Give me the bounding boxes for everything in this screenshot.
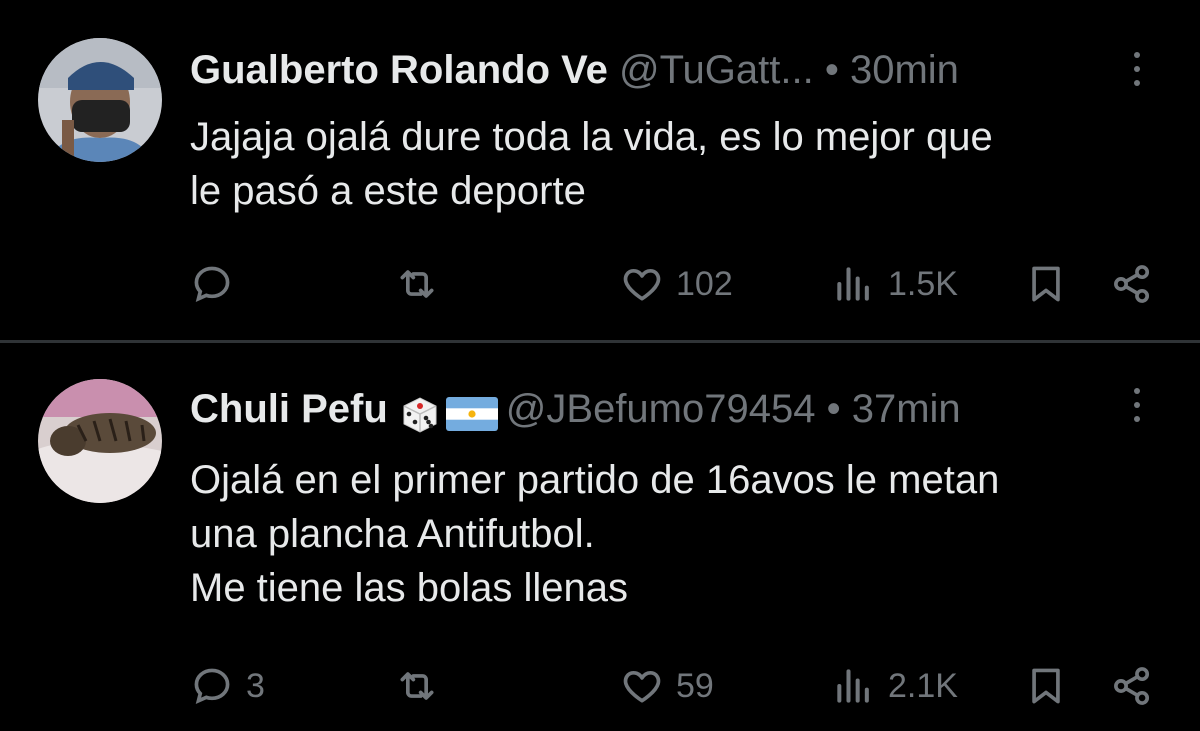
views-button[interactable]: 2.1K (832, 656, 958, 716)
profile-badges (398, 381, 498, 441)
bookmark-icon (1032, 266, 1060, 302)
reply-icon (194, 668, 230, 705)
bookmark-button[interactable] (1024, 656, 1068, 716)
tweet-actions: 3 59 2.1K (0, 656, 1200, 716)
heart-icon (623, 268, 661, 301)
tweet-header: Chuli Pefu @JBefumo79454 • 37min (190, 379, 1200, 439)
like-count: 59 (676, 666, 714, 705)
avatar-photo (38, 379, 162, 503)
display-name[interactable]: Gualberto Rolando Ve (190, 48, 608, 92)
user-handle[interactable]: @JBefumo79454 (506, 387, 816, 431)
view-count: 2.1K (888, 666, 958, 705)
avatar-photo (38, 38, 162, 162)
more-options-icon[interactable] (1132, 52, 1142, 92)
bookmark-icon (1032, 668, 1060, 704)
tweet-header: Gualberto Rolando Ve @TuGatt... • 30min (190, 40, 1200, 100)
reply-count: 3 (246, 666, 265, 705)
tweet[interactable]: Gualberto Rolando Ve @TuGatt... • 30min … (0, 0, 1200, 340)
tweet-text-line: Me tiene las bolas llenas (190, 566, 629, 610)
tweet[interactable]: Chuli Pefu @JBefumo79454 • 37min Ojalá e… (0, 343, 1200, 731)
reply-button[interactable]: 3 (190, 656, 265, 716)
like-button[interactable]: 59 (620, 656, 714, 716)
display-name[interactable]: Chuli Pefu (190, 387, 388, 431)
timestamp[interactable]: 30min (850, 48, 959, 92)
separator: • (824, 48, 839, 92)
reply-icon (194, 266, 230, 303)
avatar[interactable] (38, 38, 162, 162)
reply-button[interactable] (190, 254, 246, 314)
tweet-text: Jajaja ojalá dure toda la vida, es lo me… (190, 110, 1160, 218)
more-options-icon[interactable] (1132, 388, 1142, 428)
tweet-actions: 102 1.5K (0, 254, 1200, 314)
views-button[interactable]: 1.5K (832, 254, 958, 314)
like-count: 102 (676, 264, 733, 303)
tweet-text-line: Jajaja ojalá dure toda la vida, es lo me… (190, 115, 993, 159)
repost-icon (400, 672, 434, 700)
repost-button[interactable] (395, 656, 451, 716)
tweet-text-line: le pasó a este deporte (190, 169, 586, 213)
repost-icon (400, 270, 434, 298)
timestamp[interactable]: 37min (852, 387, 961, 431)
share-button[interactable] (1110, 656, 1154, 716)
share-icon (1114, 265, 1150, 303)
user-handle[interactable]: @TuGatt... (619, 48, 814, 92)
repost-button[interactable] (395, 254, 451, 314)
dice-emoji-icon (403, 397, 437, 433)
views-icon (837, 669, 869, 703)
bookmark-button[interactable] (1024, 254, 1068, 314)
heart-icon (623, 670, 661, 703)
views-icon (837, 267, 869, 301)
share-button[interactable] (1110, 254, 1154, 314)
tweet-text: Ojalá en el primer partido de 16avos le … (190, 453, 1160, 615)
share-icon (1114, 667, 1150, 705)
separator: • (826, 387, 841, 431)
avatar[interactable] (38, 379, 162, 503)
view-count: 1.5K (888, 264, 958, 303)
like-button[interactable]: 102 (620, 254, 733, 314)
argentina-flag-icon (445, 396, 498, 431)
tweet-text-line: una plancha Antifutbol. (190, 512, 595, 556)
tweet-text-line: Ojalá en el primer partido de 16avos le … (190, 458, 1000, 502)
